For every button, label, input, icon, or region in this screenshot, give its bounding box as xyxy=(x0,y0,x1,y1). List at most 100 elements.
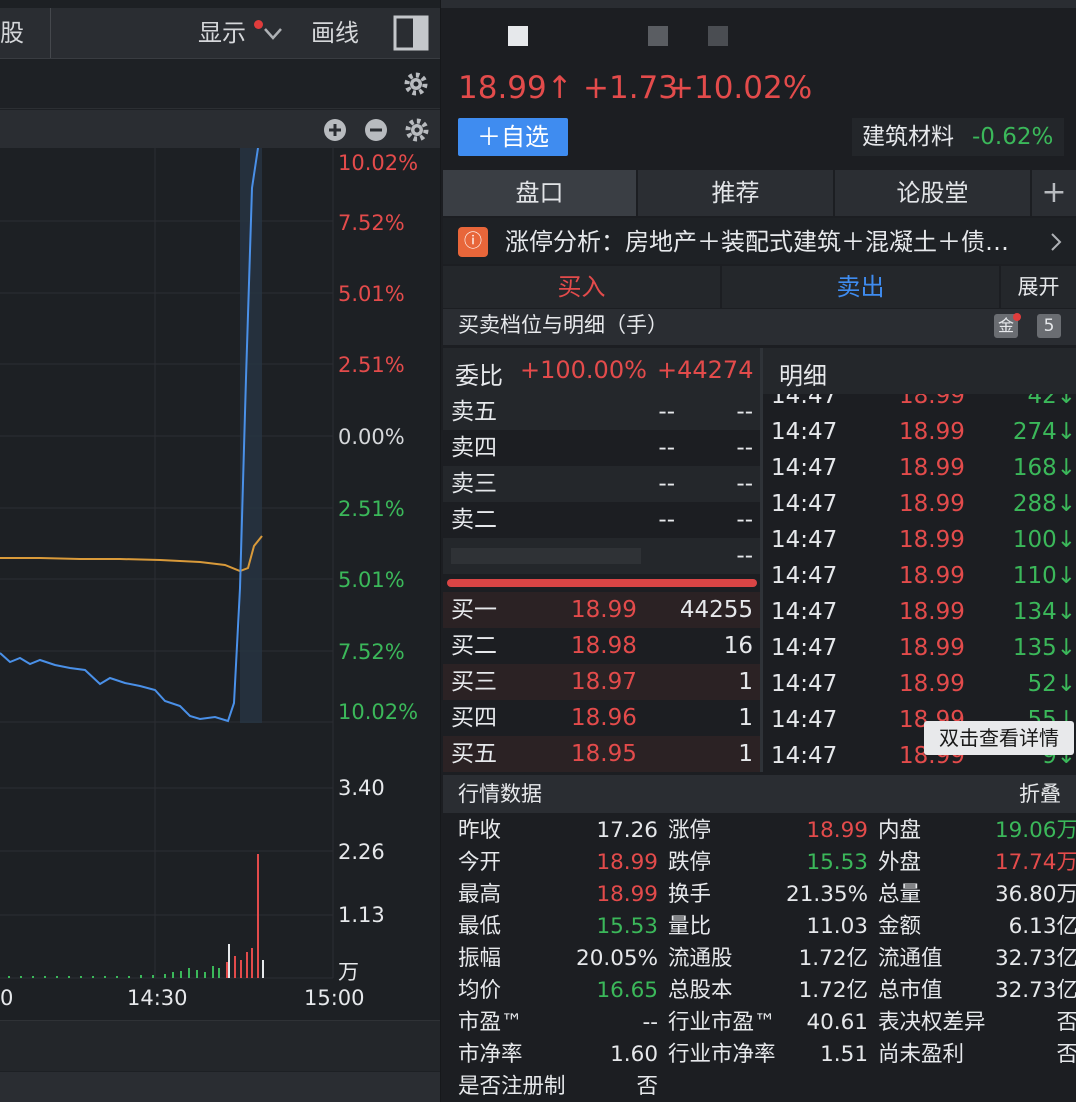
chart-toolbar: 股 显示 画线 xyxy=(0,8,440,59)
market-data-value: 17.74万 xyxy=(994,850,1076,875)
ask-row[interactable]: 卖四 -- -- xyxy=(443,430,760,466)
gear-icon[interactable] xyxy=(403,116,431,144)
detail-title: 明细 xyxy=(779,362,827,390)
market-data-value: 否 xyxy=(1056,1042,1076,1067)
blurred-content xyxy=(451,548,641,564)
axis-label: 5.01% xyxy=(338,282,405,306)
bid-label: 买五 xyxy=(451,741,497,767)
market-data-item: 流通值 32.73亿 xyxy=(443,943,1076,975)
tab-recommend[interactable]: 推荐 xyxy=(638,170,833,216)
orderbook-header: 买卖档位与明细（手） 金 5 xyxy=(443,309,1076,345)
ask-row[interactable]: -- xyxy=(443,538,760,574)
market-data-key: 金额 xyxy=(878,914,922,939)
sector-box[interactable]: 建筑材料 -0.62% xyxy=(852,118,1064,156)
add-tab-button[interactable]: + xyxy=(1032,170,1076,216)
bid-label: 买四 xyxy=(451,705,497,731)
bid-vol: 44255 xyxy=(679,597,753,623)
market-data-key: 内盘 xyxy=(878,818,922,843)
market-data-grid: 昨收 17.26 涨停 18.99 内盘 19.06万 今开 18.99 跌停 15.53 外盘 17… xyxy=(443,815,1076,1102)
bid-row[interactable]: 买一 18.99 44255 xyxy=(443,592,760,628)
expand-button[interactable]: 展开 xyxy=(1001,266,1076,308)
ask-label: 卖三 xyxy=(451,471,497,497)
panel-toggle-icon[interactable] xyxy=(393,15,429,51)
ask-price: -- xyxy=(658,399,675,425)
bid-row[interactable]: 买五 18.95 1 xyxy=(443,736,760,772)
ask-price: -- xyxy=(658,435,675,461)
bid-price: 18.95 xyxy=(571,741,637,767)
zoom-out-icon[interactable] xyxy=(364,118,388,142)
ratio-pct: +100.00% xyxy=(520,356,647,384)
price-chart: 10.02% 7.52% 5.01% 2.51% 0.00% 2.51% 5.0… xyxy=(0,148,440,1018)
volume-label: 3.40 xyxy=(338,776,385,800)
ask-row[interactable]: 卖三 -- -- xyxy=(443,466,760,502)
ratio-diff: +44274 xyxy=(657,356,754,384)
detail-row: 14:47 18.99 135↓ xyxy=(771,635,1076,661)
chart-settings-bar xyxy=(0,60,440,109)
market-data-item: 总量 36.80万 xyxy=(443,879,1076,911)
ask-row[interactable]: 卖二 -- -- xyxy=(443,502,760,538)
bid-vol: 16 xyxy=(723,633,753,659)
chevron-right-icon xyxy=(1051,233,1062,251)
volume-label: 1.13 xyxy=(338,903,385,927)
chevron-down-icon[interactable] xyxy=(262,26,284,42)
stock-tab[interactable]: 股 xyxy=(0,8,24,58)
fold-button[interactable]: 折叠 xyxy=(1019,775,1061,813)
ask-vol: -- xyxy=(736,435,753,461)
zoom-in-icon[interactable] xyxy=(323,118,347,142)
volume-label: 2.26 xyxy=(338,840,385,864)
bid-row[interactable]: 买三 18.97 1 xyxy=(443,664,760,700)
price-change-pct: +10.02% xyxy=(668,70,813,106)
market-data-item: 尚未盈利 否 xyxy=(443,1039,1076,1071)
add-watchlist-button[interactable]: ＋自选 xyxy=(458,118,568,156)
time-label: 15:00 xyxy=(304,986,365,1010)
detail-row: 14:47 18.99 288↓ xyxy=(771,491,1076,517)
market-data-value: 19.06万 xyxy=(994,818,1076,843)
ask-label: 卖二 xyxy=(451,507,497,533)
tab-pankou[interactable]: 盘口 xyxy=(443,170,636,216)
buy-button[interactable]: 买入 xyxy=(443,266,720,308)
ask-price: -- xyxy=(658,471,675,497)
market-data-item: 内盘 19.06万 xyxy=(443,815,1076,847)
market-data-key: 流通值 xyxy=(878,946,943,971)
price-change: +1.73 xyxy=(583,70,678,106)
detail-row: 14:47 18.99 168↓ xyxy=(771,455,1076,481)
divider xyxy=(50,8,51,58)
level-badge[interactable]: 5 xyxy=(1037,314,1061,338)
bid-ask-ratio-bar xyxy=(447,579,757,587)
commission-ratio-row: 委比 +100.00% +44274 xyxy=(443,348,760,394)
detail-list[interactable]: 14:47 18.99 42↓ 14:47 18.99 274↓ 14:47 18.99 1… xyxy=(763,394,1076,772)
market-data-key: 总市值 xyxy=(878,978,943,1003)
ask-label: 卖五 xyxy=(451,399,497,425)
market-data-header: 行情数据 折叠 xyxy=(443,775,1076,813)
market-data-value: 6.13亿 xyxy=(1008,914,1076,939)
axis-label: 5.01% xyxy=(338,568,405,592)
axis-label: 7.52% xyxy=(338,640,405,664)
window-icon xyxy=(708,26,728,46)
axis-label: 10.02% xyxy=(338,700,419,724)
market-data-item: 总市值 32.73亿 xyxy=(443,975,1076,1007)
time-label: 14:30 xyxy=(127,986,188,1010)
market-data-value: 否 xyxy=(1056,1010,1076,1035)
detail-row: 14:47 18.99 110↓ xyxy=(771,563,1076,589)
gear-icon[interactable] xyxy=(402,70,430,98)
sell-button[interactable]: 卖出 xyxy=(722,266,999,308)
bid-vol: 1 xyxy=(738,669,753,695)
axis-label: 10.02% xyxy=(338,151,419,175)
limit-analysis-text: 涨停分析：房地产＋装配式建筑＋混凝土＋债… xyxy=(505,228,1009,256)
window-icon xyxy=(508,26,528,46)
bid-row[interactable]: 买四 18.96 1 xyxy=(443,700,760,736)
ask-row[interactable]: 卖五 -- -- xyxy=(443,394,760,430)
limit-analysis-bar[interactable]: ⓘ 涨停分析：房地产＋装配式建筑＋混凝土＋债… xyxy=(443,218,1076,264)
display-menu[interactable]: 显示 xyxy=(198,8,246,58)
ask-label: 卖四 xyxy=(451,435,497,461)
market-data-key: 总量 xyxy=(878,882,922,907)
info-icon: ⓘ xyxy=(458,227,488,257)
tab-forum[interactable]: 论股堂 xyxy=(835,170,1030,216)
orderbook-title: 买卖档位与明细（手） xyxy=(458,313,668,337)
bid-price: 18.99 xyxy=(571,597,637,623)
market-data-value: 否 xyxy=(636,1074,658,1099)
market-data-item: 外盘 17.74万 xyxy=(443,847,1076,879)
bid-row[interactable]: 买二 18.98 16 xyxy=(443,628,760,664)
draw-line-button[interactable]: 画线 xyxy=(311,8,359,58)
market-data-title: 行情数据 xyxy=(458,782,542,806)
